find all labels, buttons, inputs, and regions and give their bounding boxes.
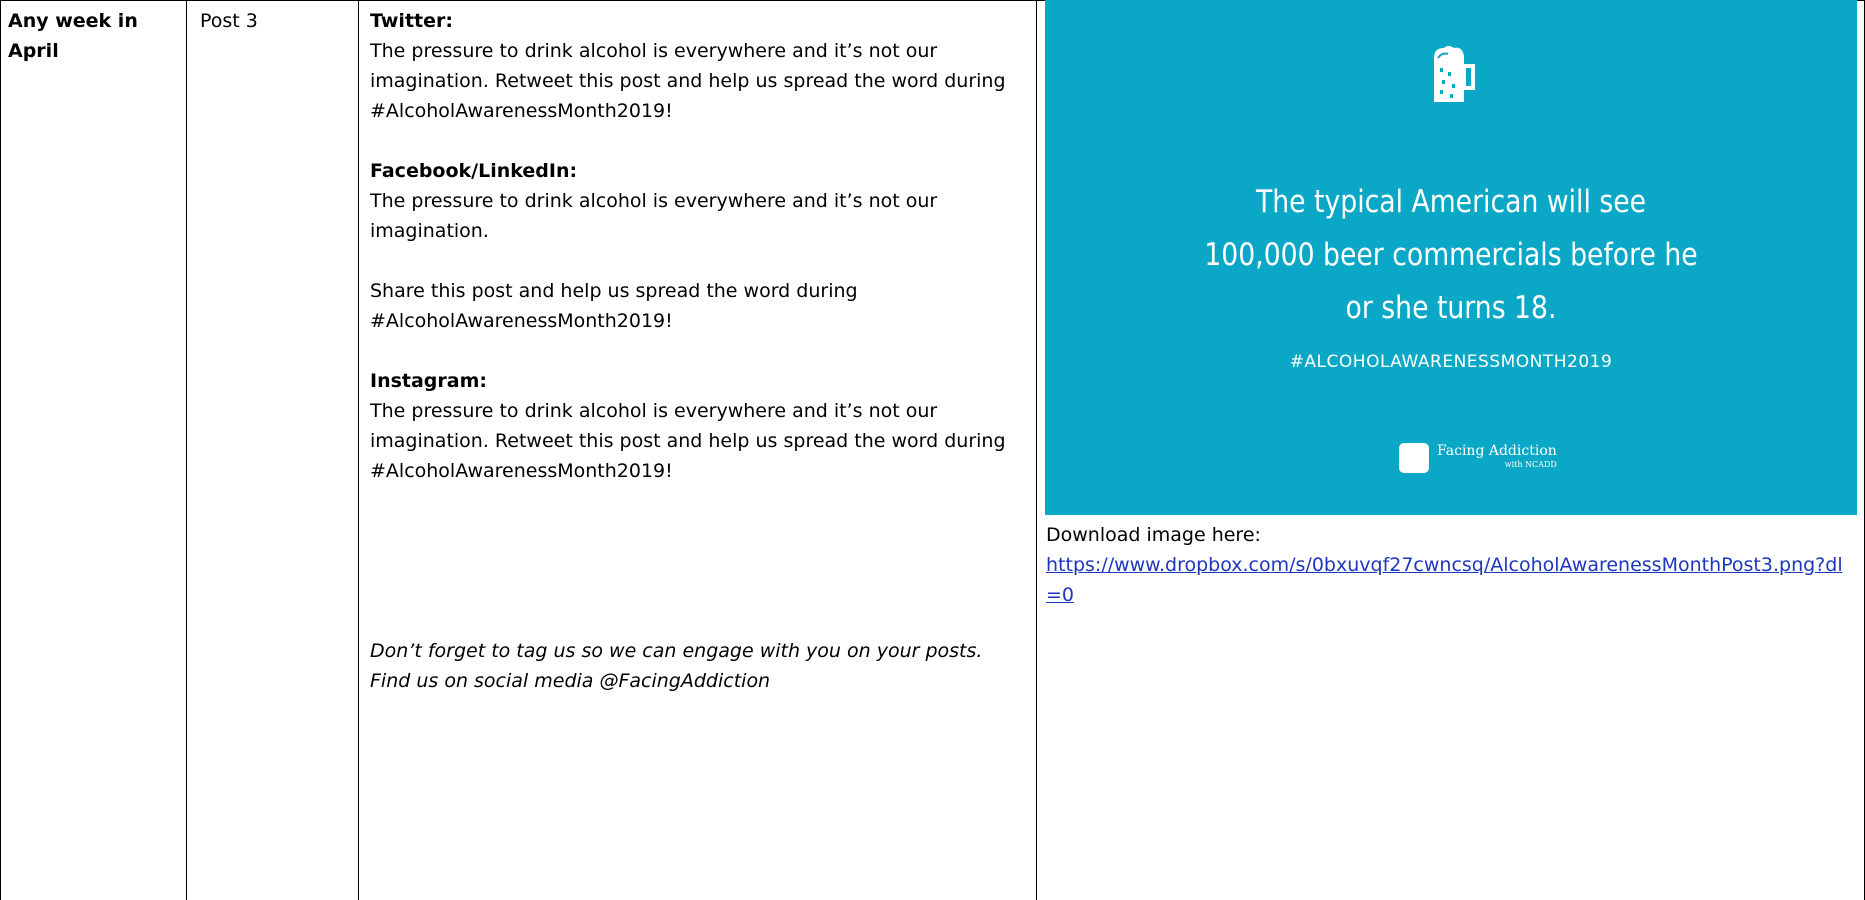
instagram-text: The pressure to drink alcohol is everywh… [370,400,1006,482]
copy-cell: Twitter: The pressure to drink alcohol i… [370,6,1025,696]
headline-line: The typical American will see [1255,184,1647,220]
footer-note: Don’t forget to tag us so we can engage … [370,640,983,692]
logo-text: Facing Addiction [1437,443,1557,459]
beer-mug-icon [1434,46,1475,102]
promo-headline: The typical American will see 100,000 be… [1102,176,1800,335]
twitter-text: The pressure to drink alcohol is everywh… [370,40,1006,122]
promo-image: The typical American will see 100,000 be… [1045,0,1857,515]
download-section: Download image here: https://www.dropbox… [1046,520,1858,610]
column-divider [358,0,359,900]
column-divider [1036,0,1037,900]
download-label: Download image here: [1046,524,1261,546]
promo-hashtag: #ALCOHOLAWARENESSMONTH2019 [1289,352,1613,372]
download-link[interactable]: https://www.dropbox.com/s/0bxuvqf27cwncs… [1046,554,1843,606]
table-left-border [0,0,1,900]
headline-line: or she turns 18. [1345,290,1557,326]
twitter-heading: Twitter: [370,10,453,32]
logo-subtext: with NCADD [1504,460,1557,469]
facebook-text: The pressure to drink alcohol is everywh… [370,190,938,242]
facebook-share-text: Share this post and help us spread the w… [370,280,858,332]
headline-line: 100,000 beer commercials before he [1204,237,1698,273]
column-divider [186,0,187,900]
facebook-heading: Facebook/LinkedIn: [370,160,578,182]
facing-addiction-logo: Facing Addiction with NCADD [1399,438,1557,478]
logo-badge-icon [1399,443,1429,473]
instagram-heading: Instagram: [370,370,487,392]
post-label-cell: Post 3 [200,10,258,32]
timing-cell: Any week in April [8,10,138,62]
